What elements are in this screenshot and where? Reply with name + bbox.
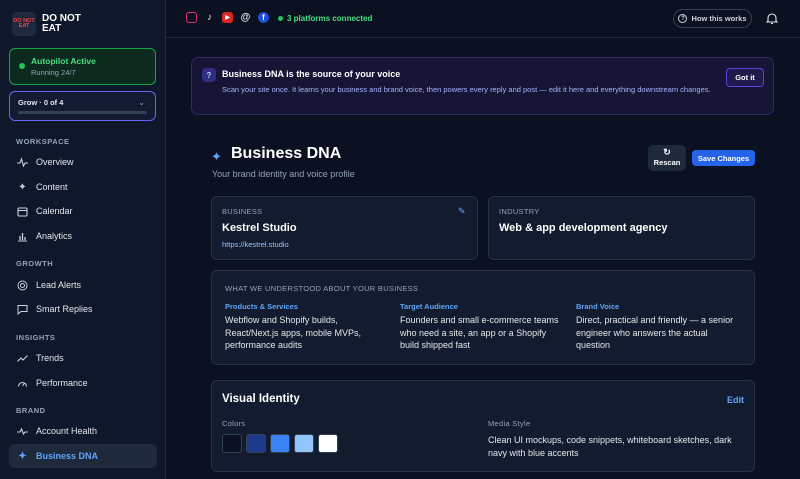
- calendar-icon: [17, 206, 28, 217]
- edit-visual-button[interactable]: Edit: [727, 395, 744, 405]
- sidebar: DO NOT EAT DO NOT EAT Autopilot Active R…: [0, 0, 166, 479]
- youtube-icon[interactable]: ▶: [222, 12, 233, 23]
- threads-icon[interactable]: @: [240, 12, 251, 23]
- bar-chart-icon: [17, 231, 28, 242]
- status-dot-icon: [278, 16, 283, 21]
- page-subtitle: Your brand identity and voice profile: [212, 169, 355, 179]
- bell-icon[interactable]: [765, 12, 779, 25]
- sidebar-item-label: Content: [36, 182, 68, 192]
- banner-description: Scan your site once. It learns your busi…: [222, 85, 711, 94]
- sidebar-item-label: Analytics: [36, 231, 73, 241]
- target-icon: [17, 280, 28, 291]
- sidebar-item-analytics[interactable]: Analytics: [9, 224, 157, 248]
- audience-heading: Target Audience: [400, 302, 458, 311]
- section-insights: INSIGHTS: [16, 333, 56, 342]
- voice-text: Direct, practical and friendly — a senio…: [576, 315, 734, 350]
- color-swatch-3[interactable]: [270, 434, 290, 453]
- visual-identity-title: Visual Identity: [222, 393, 300, 405]
- facebook-icon[interactable]: f: [258, 12, 269, 23]
- color-swatch-5[interactable]: [318, 434, 338, 453]
- grow-progress-bar: [18, 111, 147, 114]
- understood-label: WHAT WE UNDERSTOOD ABOUT YOUR BUSINESS: [225, 284, 419, 293]
- chevron-down-icon: ⌄: [138, 98, 145, 107]
- sidebar-item-business-dna[interactable]: ✦ Business DNA: [9, 444, 157, 468]
- pulse-icon: [17, 156, 28, 168]
- products-text: Webflow and Shopify builds, React/Next.j…: [225, 315, 362, 350]
- trend-up-icon: [17, 353, 28, 364]
- pencil-icon[interactable]: ✎: [458, 206, 466, 217]
- voice-heading: Brand Voice: [576, 302, 620, 311]
- sidebar-item-content[interactable]: ✦ Content: [9, 175, 157, 199]
- connection-status-text: 3 platforms connected: [287, 14, 373, 23]
- banner-title: Business DNA is the source of your voice: [222, 69, 401, 79]
- brand-logo: DO NOT EAT: [12, 12, 36, 36]
- got-it-button[interactable]: Got it: [726, 68, 764, 87]
- sidebar-item-label: Lead Alerts: [36, 280, 82, 290]
- business-url[interactable]: https://kestrel.studio: [222, 240, 289, 249]
- autopilot-title: Autopilot Active: [31, 56, 96, 66]
- business-name: Kestrel Studio: [222, 222, 297, 234]
- question-icon: ?: [678, 14, 688, 23]
- dna-icon: ✦: [211, 149, 222, 164]
- gauge-icon: [17, 378, 28, 389]
- sidebar-item-overview[interactable]: Overview: [9, 150, 157, 174]
- tiktok-icon[interactable]: ♪: [204, 12, 215, 23]
- autopilot-subtitle: Running 24/7: [31, 68, 76, 77]
- industry-label: INDUSTRY: [499, 207, 540, 216]
- sidebar-item-label: Account Health: [36, 426, 98, 436]
- section-growth: GROWTH: [16, 259, 54, 268]
- section-workspace: WORKSPACE: [16, 137, 70, 146]
- sidebar-item-label: Business DNA: [36, 451, 99, 461]
- sparkle-icon: ✦: [18, 181, 27, 193]
- products-heading: Products & Services: [225, 302, 298, 311]
- sidebar-item-account-health[interactable]: Account Health: [9, 419, 157, 443]
- how-this-works-label: How this works: [691, 14, 747, 23]
- business-label: BUSINESS: [222, 207, 263, 216]
- colors-label: Colors: [222, 419, 246, 428]
- connection-status: 3 platforms connected: [278, 14, 372, 23]
- sidebar-item-lead-alerts[interactable]: Lead Alerts: [9, 273, 157, 297]
- color-swatch-2[interactable]: [246, 434, 266, 453]
- help-icon: ?: [202, 68, 216, 82]
- status-dot-icon: [19, 63, 25, 69]
- sidebar-item-label: Performance: [36, 378, 88, 388]
- instagram-icon[interactable]: [186, 12, 197, 23]
- how-this-works-button[interactable]: ? How this works: [673, 9, 752, 28]
- section-brand: BRAND: [16, 406, 46, 415]
- rescan-label: Rescan: [653, 158, 681, 167]
- sidebar-item-performance[interactable]: Performance: [9, 371, 157, 395]
- page-title: Business DNA: [231, 145, 342, 162]
- heartbeat-icon: [17, 426, 28, 437]
- sidebar-item-calendar[interactable]: Calendar: [9, 199, 157, 223]
- dna-icon: ✦: [18, 450, 27, 462]
- sidebar-item-label: Overview: [36, 157, 74, 167]
- brand[interactable]: DO NOT EAT DO NOT EAT: [12, 12, 92, 36]
- media-style-text: Clean UI mockups, code snippets, whitebo…: [488, 435, 732, 458]
- color-swatch-4[interactable]: [294, 434, 314, 453]
- color-swatch-1[interactable]: [222, 434, 242, 453]
- media-style-label: Media Style: [488, 419, 531, 428]
- sidebar-item-trends[interactable]: Trends: [9, 346, 157, 370]
- refresh-icon: ↻: [663, 147, 671, 157]
- grow-label: Grow · 0 of 4: [18, 98, 64, 107]
- sidebar-item-smart-replies[interactable]: Smart Replies: [9, 297, 157, 321]
- rescan-button[interactable]: ↻ Rescan: [648, 145, 686, 171]
- chat-icon: [17, 304, 28, 315]
- brand-name: DO NOT EAT: [42, 13, 81, 34]
- grow-dropdown[interactable]: Grow · 0 of 4 ⌄: [9, 91, 156, 121]
- info-banner: ? Business DNA is the source of your voi…: [191, 57, 774, 115]
- sidebar-item-label: Calendar: [36, 206, 73, 216]
- top-bar: ♪ ▶ @ f 3 platforms connected ? How this…: [166, 0, 800, 38]
- industry-value: Web & app development agency: [499, 222, 668, 234]
- sidebar-item-label: Smart Replies: [36, 304, 93, 314]
- platform-icons: ♪ ▶ @ f: [186, 12, 269, 23]
- save-changes-button[interactable]: Save Changes: [692, 150, 755, 166]
- audience-text: Founders and small e-commerce teams who …: [400, 315, 559, 350]
- color-swatches: [222, 434, 338, 453]
- autopilot-status[interactable]: Autopilot Active Running 24/7: [9, 48, 156, 85]
- sidebar-item-label: Trends: [36, 353, 64, 363]
